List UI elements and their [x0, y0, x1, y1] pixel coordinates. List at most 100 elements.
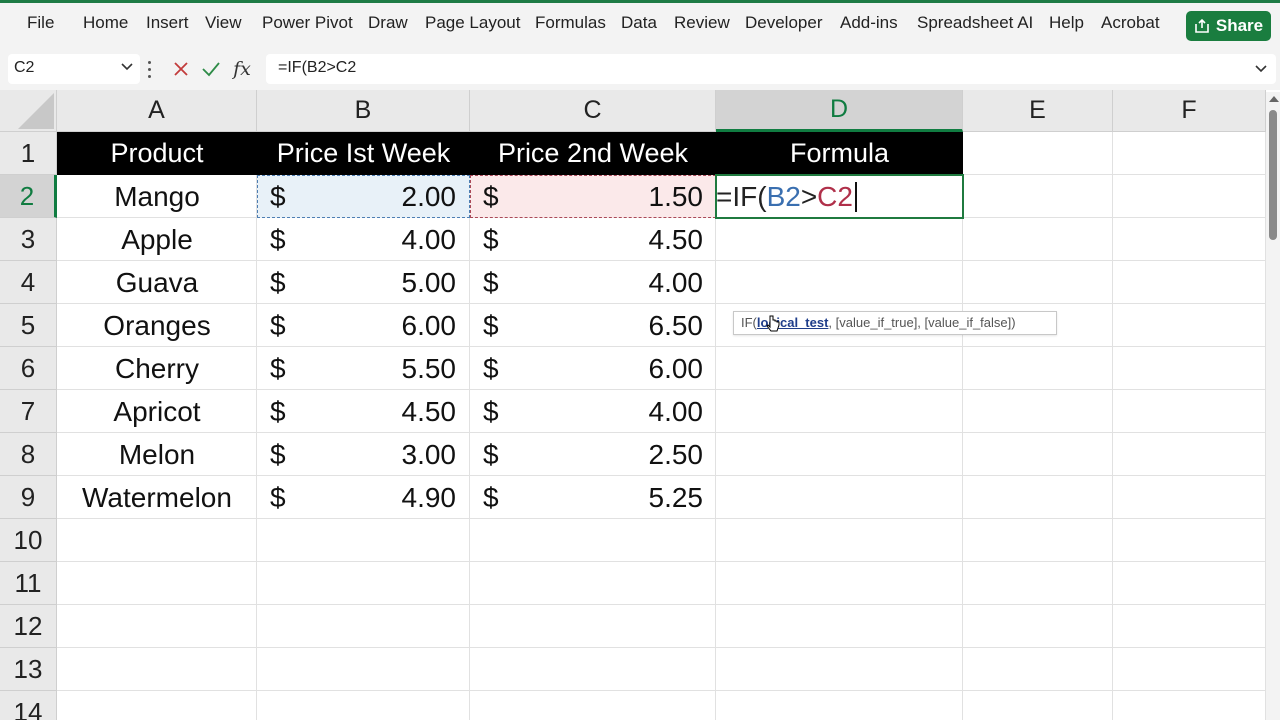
- cell-price-week2[interactable]: 5.25: [520, 476, 704, 519]
- cell-currency-symbol[interactable]: $: [270, 261, 286, 304]
- formula-ref-b2: B2: [766, 180, 801, 212]
- column-header-b[interactable]: B: [257, 90, 470, 132]
- tab-review[interactable]: Review: [674, 13, 730, 33]
- cell-price-week1[interactable]: 2.00: [300, 175, 457, 218]
- cell-product[interactable]: Apple: [57, 218, 257, 261]
- row-header-12[interactable]: 12: [0, 605, 57, 648]
- cell-product[interactable]: Melon: [57, 433, 257, 476]
- cell-edit-text[interactable]: =IF(B2 > C2: [716, 175, 857, 218]
- column-header-f[interactable]: F: [1113, 90, 1266, 132]
- text-cursor: [854, 181, 857, 212]
- cell-currency-symbol[interactable]: $: [483, 175, 499, 218]
- row-header-11[interactable]: 11: [0, 562, 57, 605]
- row-header-10[interactable]: 10: [0, 519, 57, 562]
- scroll-thumb[interactable]: [1269, 110, 1277, 240]
- formula-input[interactable]: =IF(B2>C2: [266, 54, 1276, 84]
- worksheet[interactable]: ABCDEF 1 2 3 4 5 6 7 8 9 10 11 12 13 14 Product Price…: [0, 90, 1280, 720]
- cell-currency-symbol[interactable]: $: [483, 304, 499, 347]
- row-header-3[interactable]: 3: [0, 218, 57, 261]
- tab-home[interactable]: Home: [83, 13, 128, 33]
- row-header-7[interactable]: 7: [0, 390, 57, 433]
- gridline: [469, 132, 470, 720]
- cell-price-week1[interactable]: 4.00: [300, 218, 457, 261]
- cell-price-week1[interactable]: 6.00: [300, 304, 457, 347]
- cell-currency-symbol[interactable]: $: [270, 347, 286, 390]
- header-price-week1[interactable]: Price Ist Week: [257, 132, 470, 175]
- cell-product[interactable]: Watermelon: [57, 476, 257, 519]
- cell-currency-symbol[interactable]: $: [483, 433, 499, 476]
- row-header-1[interactable]: 1: [0, 132, 57, 175]
- share-button[interactable]: Share: [1186, 11, 1271, 41]
- header-price-week2[interactable]: Price 2nd Week: [470, 132, 716, 175]
- expand-formula-bar-icon[interactable]: [1254, 62, 1268, 76]
- column-header-d[interactable]: D: [716, 90, 963, 132]
- cell-price-week2[interactable]: 4.50: [520, 218, 704, 261]
- row-header-14[interactable]: 14: [0, 691, 57, 720]
- cell-product[interactable]: Mango: [57, 175, 257, 218]
- cell-price-week1[interactable]: 3.00: [300, 433, 457, 476]
- cell-currency-symbol[interactable]: $: [483, 476, 499, 519]
- scroll-up-icon[interactable]: [1269, 96, 1279, 102]
- tab-developer[interactable]: Developer: [745, 13, 823, 33]
- cell-currency-symbol[interactable]: $: [270, 476, 286, 519]
- cell-price-week2[interactable]: 6.50: [520, 304, 704, 347]
- cell-currency-symbol[interactable]: $: [270, 304, 286, 347]
- row-header-13[interactable]: 13: [0, 648, 57, 691]
- tab-data[interactable]: Data: [621, 13, 657, 33]
- cell-price-week1[interactable]: 4.90: [300, 476, 457, 519]
- row-header-2[interactable]: 2: [0, 175, 57, 218]
- cell-currency-symbol[interactable]: $: [270, 175, 286, 218]
- row-header-6[interactable]: 6: [0, 347, 57, 390]
- cell-product[interactable]: Cherry: [57, 347, 257, 390]
- cell-price-week2[interactable]: 4.00: [520, 390, 704, 433]
- cell-price-week2[interactable]: 2.50: [520, 433, 704, 476]
- cell-currency-symbol[interactable]: $: [270, 433, 286, 476]
- cell-product[interactable]: Apricot: [57, 390, 257, 433]
- cell-currency-symbol[interactable]: $: [483, 261, 499, 304]
- cell-currency-symbol[interactable]: $: [483, 390, 499, 433]
- formula-ref-c2: C2: [817, 180, 853, 212]
- tab-draw[interactable]: Draw: [368, 13, 408, 33]
- column-header-e[interactable]: E: [963, 90, 1113, 132]
- cell-price-week2[interactable]: 6.00: [520, 347, 704, 390]
- tab-add-ins[interactable]: Add-ins: [840, 13, 898, 33]
- tab-power-pivot[interactable]: Power Pivot: [262, 13, 353, 33]
- tab-acrobat[interactable]: Acrobat: [1101, 13, 1160, 33]
- row-header-8[interactable]: 8: [0, 433, 57, 476]
- cell-price-week1[interactable]: 5.50: [300, 347, 457, 390]
- tab-insert[interactable]: Insert: [146, 13, 189, 33]
- name-box[interactable]: C2: [8, 54, 140, 84]
- check-icon[interactable]: [198, 56, 224, 82]
- header-product[interactable]: Product: [57, 132, 257, 175]
- cell-price-week2[interactable]: 4.00: [520, 261, 704, 304]
- cell-price-week1[interactable]: 4.50: [300, 390, 457, 433]
- header-formula[interactable]: Formula: [716, 132, 963, 175]
- cell-currency-symbol[interactable]: $: [270, 218, 286, 261]
- select-all-corner[interactable]: [0, 90, 57, 132]
- formula-operator: >: [800, 180, 818, 212]
- cell-product[interactable]: Oranges: [57, 304, 257, 347]
- chevron-down-icon[interactable]: [120, 60, 134, 74]
- cell-currency-symbol[interactable]: $: [483, 347, 499, 390]
- cell-product[interactable]: Guava: [57, 261, 257, 304]
- row-header-5[interactable]: 5: [0, 304, 57, 347]
- formula-bar-grip[interactable]: [148, 61, 152, 79]
- tab-help[interactable]: Help: [1049, 13, 1084, 33]
- row-header-4[interactable]: 4: [0, 261, 57, 304]
- row-header-9[interactable]: 9: [0, 476, 57, 519]
- cell-currency-symbol[interactable]: $: [483, 218, 499, 261]
- cell-price-week1[interactable]: 5.00: [300, 261, 457, 304]
- tab-spreadsheet-ai[interactable]: Spreadsheet AI: [917, 13, 1033, 33]
- gridline: [57, 690, 1267, 691]
- close-icon[interactable]: [168, 56, 194, 82]
- tab-page-layout[interactable]: Page Layout: [425, 13, 520, 33]
- column-header-c[interactable]: C: [470, 90, 716, 132]
- cell-currency-symbol[interactable]: $: [270, 390, 286, 433]
- tab-view[interactable]: View: [205, 13, 242, 33]
- vertical-scrollbar[interactable]: [1266, 92, 1280, 720]
- cell-price-week2[interactable]: 1.50: [520, 175, 704, 218]
- column-header-a[interactable]: A: [57, 90, 257, 132]
- tab-file[interactable]: File: [27, 13, 54, 33]
- tab-formulas[interactable]: Formulas: [535, 13, 606, 33]
- insert-function-icon[interactable]: fx: [229, 56, 255, 82]
